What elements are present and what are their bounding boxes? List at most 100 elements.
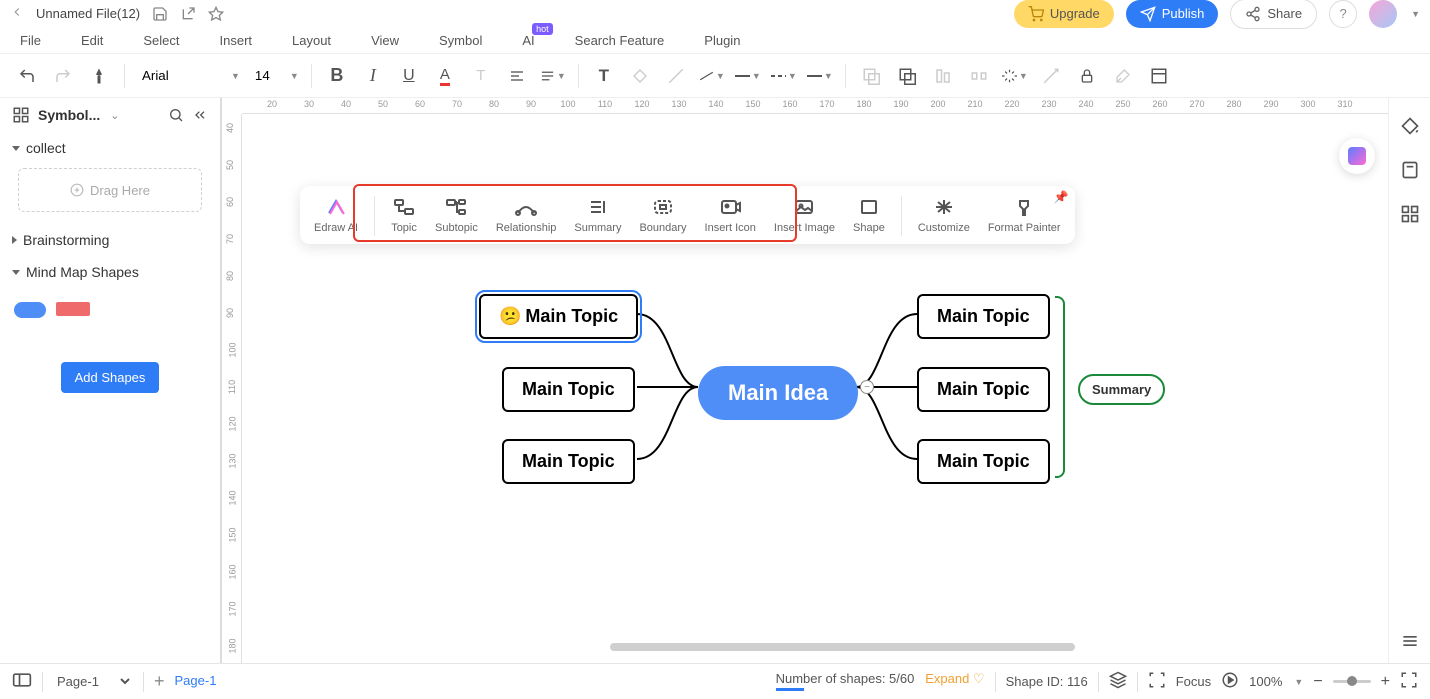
bring-front-button[interactable] — [894, 63, 920, 89]
share-button[interactable]: Share — [1230, 0, 1317, 29]
ai-assistant-bubble[interactable] — [1339, 138, 1375, 174]
font-size-select[interactable]: ▼ — [250, 64, 299, 87]
redo-button[interactable] — [50, 63, 76, 89]
ctx-insert-image[interactable]: Insert Image — [772, 194, 837, 236]
ctx-summary[interactable]: Summary — [572, 194, 623, 236]
back-icon[interactable] — [10, 5, 24, 22]
save-icon[interactable] — [152, 6, 168, 22]
highlight-button[interactable]: T — [468, 63, 494, 89]
ctx-relationship[interactable]: Relationship — [494, 194, 559, 236]
menu-view[interactable]: View — [371, 33, 399, 48]
canvas[interactable]: 📌 Edraw AI Topic Subtopic Relationship S… — [242, 114, 1430, 653]
node-main-idea[interactable]: Main Idea — [698, 366, 858, 420]
node-right-3[interactable]: Main Topic — [917, 439, 1050, 484]
focus-label[interactable]: Focus — [1176, 674, 1211, 689]
menu-layout[interactable]: Layout — [292, 33, 331, 48]
fill-panel-icon[interactable] — [1398, 114, 1422, 138]
layers-icon[interactable] — [1109, 671, 1127, 692]
underline-button[interactable]: U — [396, 63, 422, 89]
help-button[interactable]: ? — [1329, 0, 1357, 28]
horizontal-scrollbar[interactable] — [610, 643, 1075, 651]
menu-edit[interactable]: Edit — [81, 33, 103, 48]
panel-toggle-icon[interactable] — [12, 672, 32, 691]
summary-node[interactable]: Summary — [1078, 374, 1165, 405]
page-panel-icon[interactable] — [1398, 158, 1422, 182]
font-family-select[interactable]: ▼ — [137, 64, 240, 87]
italic-button[interactable]: I — [360, 63, 386, 89]
distribute-button[interactable] — [966, 63, 992, 89]
add-page-button[interactable]: + — [154, 671, 165, 692]
shape-fill-button[interactable] — [627, 63, 653, 89]
arrow-style-button[interactable]: ▼ — [807, 63, 833, 89]
apps-panel-icon[interactable] — [1398, 202, 1422, 226]
list-panel-icon[interactable] — [1398, 629, 1422, 653]
pin-icon[interactable]: 📌 — [1054, 190, 1069, 204]
ctx-topic[interactable]: Topic — [389, 194, 419, 236]
upgrade-button[interactable]: Upgrade — [1014, 0, 1114, 28]
undo-button[interactable] — [14, 63, 40, 89]
zoom-out-button[interactable]: − — [1313, 673, 1322, 691]
menu-file[interactable]: File — [20, 33, 41, 48]
collapse-toggle[interactable]: − — [860, 380, 874, 394]
ctx-shape[interactable]: Shape — [851, 194, 887, 236]
lock-button[interactable] — [1074, 63, 1100, 89]
section-collect[interactable]: collect — [0, 132, 220, 164]
fullscreen-icon[interactable] — [1400, 671, 1418, 692]
drag-here-zone[interactable]: Drag Here — [18, 168, 202, 212]
ctx-format-painter[interactable]: Format Painter — [986, 194, 1063, 236]
menu-symbol[interactable]: Symbol — [439, 33, 482, 48]
menu-select[interactable]: Select — [143, 33, 179, 48]
present-icon[interactable] — [1221, 671, 1239, 692]
send-back-button[interactable] — [858, 63, 884, 89]
font-color-button[interactable]: A — [432, 63, 458, 89]
align-left-button[interactable] — [504, 63, 530, 89]
search-icon[interactable] — [168, 107, 184, 123]
menu-insert[interactable]: Insert — [220, 33, 253, 48]
zoom-in-button[interactable]: + — [1381, 673, 1390, 691]
node-right-2[interactable]: Main Topic — [917, 367, 1050, 412]
menu-ai[interactable]: AI hot — [522, 33, 534, 48]
align-objects-button[interactable] — [930, 63, 956, 89]
node-left-2[interactable]: Main Topic — [502, 367, 635, 412]
ctx-boundary[interactable]: Boundary — [637, 194, 688, 236]
ctx-edraw-ai[interactable]: Edraw AI — [312, 194, 360, 236]
menu-plugin[interactable]: Plugin — [704, 33, 740, 48]
export-icon[interactable] — [180, 6, 196, 22]
star-icon[interactable] — [208, 6, 224, 22]
user-avatar[interactable] — [1369, 0, 1397, 28]
ctx-customize[interactable]: Customize — [916, 194, 972, 236]
add-shapes-button[interactable]: Add Shapes — [61, 362, 160, 393]
user-menu-caret[interactable]: ▼ — [1411, 9, 1420, 19]
line-dash-button[interactable]: ▼ — [771, 63, 797, 89]
node-left-1[interactable]: 😕 Main Topic — [479, 294, 638, 339]
format-brush-button[interactable] — [86, 63, 112, 89]
menu-search[interactable]: Search Feature — [575, 33, 665, 48]
thumb-main-topic[interactable] — [56, 302, 90, 316]
zoom-label[interactable]: 100% — [1249, 674, 1282, 689]
publish-button[interactable]: Publish — [1126, 0, 1219, 28]
section-mindmap-shapes[interactable]: Mind Map Shapes — [0, 256, 220, 288]
line-weight-button[interactable]: ▼ — [735, 63, 761, 89]
node-right-1[interactable]: Main Topic — [917, 294, 1050, 339]
container-button[interactable] — [1146, 63, 1172, 89]
ctx-subtopic[interactable]: Subtopic — [433, 194, 480, 236]
edit-points-button[interactable] — [1038, 63, 1064, 89]
page-tab[interactable]: Page-1 — [175, 673, 217, 690]
ctx-insert-icon[interactable]: Insert Icon — [703, 194, 758, 236]
node-left-3[interactable]: Main Topic — [502, 439, 635, 484]
text-style-button[interactable]: T — [591, 63, 617, 89]
align-v-button[interactable]: ▼ — [540, 63, 566, 89]
collapse-panel-icon[interactable] — [192, 107, 208, 123]
effects-button[interactable]: ▼ — [1002, 63, 1028, 89]
line-color-button[interactable] — [663, 63, 689, 89]
page-select[interactable]: Page-1 — [53, 673, 133, 690]
tools-button[interactable] — [1110, 63, 1136, 89]
zoom-slider[interactable] — [1333, 680, 1371, 683]
bold-button[interactable]: B — [324, 63, 350, 89]
sidebar-dropdown-icon[interactable]: ⌄ — [110, 109, 119, 122]
focus-icon[interactable] — [1148, 671, 1166, 692]
thumb-main-idea[interactable] — [14, 302, 46, 318]
connector-style-button[interactable]: ▼ — [699, 63, 725, 89]
section-brainstorming[interactable]: Brainstorming — [0, 224, 220, 256]
expand-link[interactable]: Expand — [925, 671, 969, 686]
